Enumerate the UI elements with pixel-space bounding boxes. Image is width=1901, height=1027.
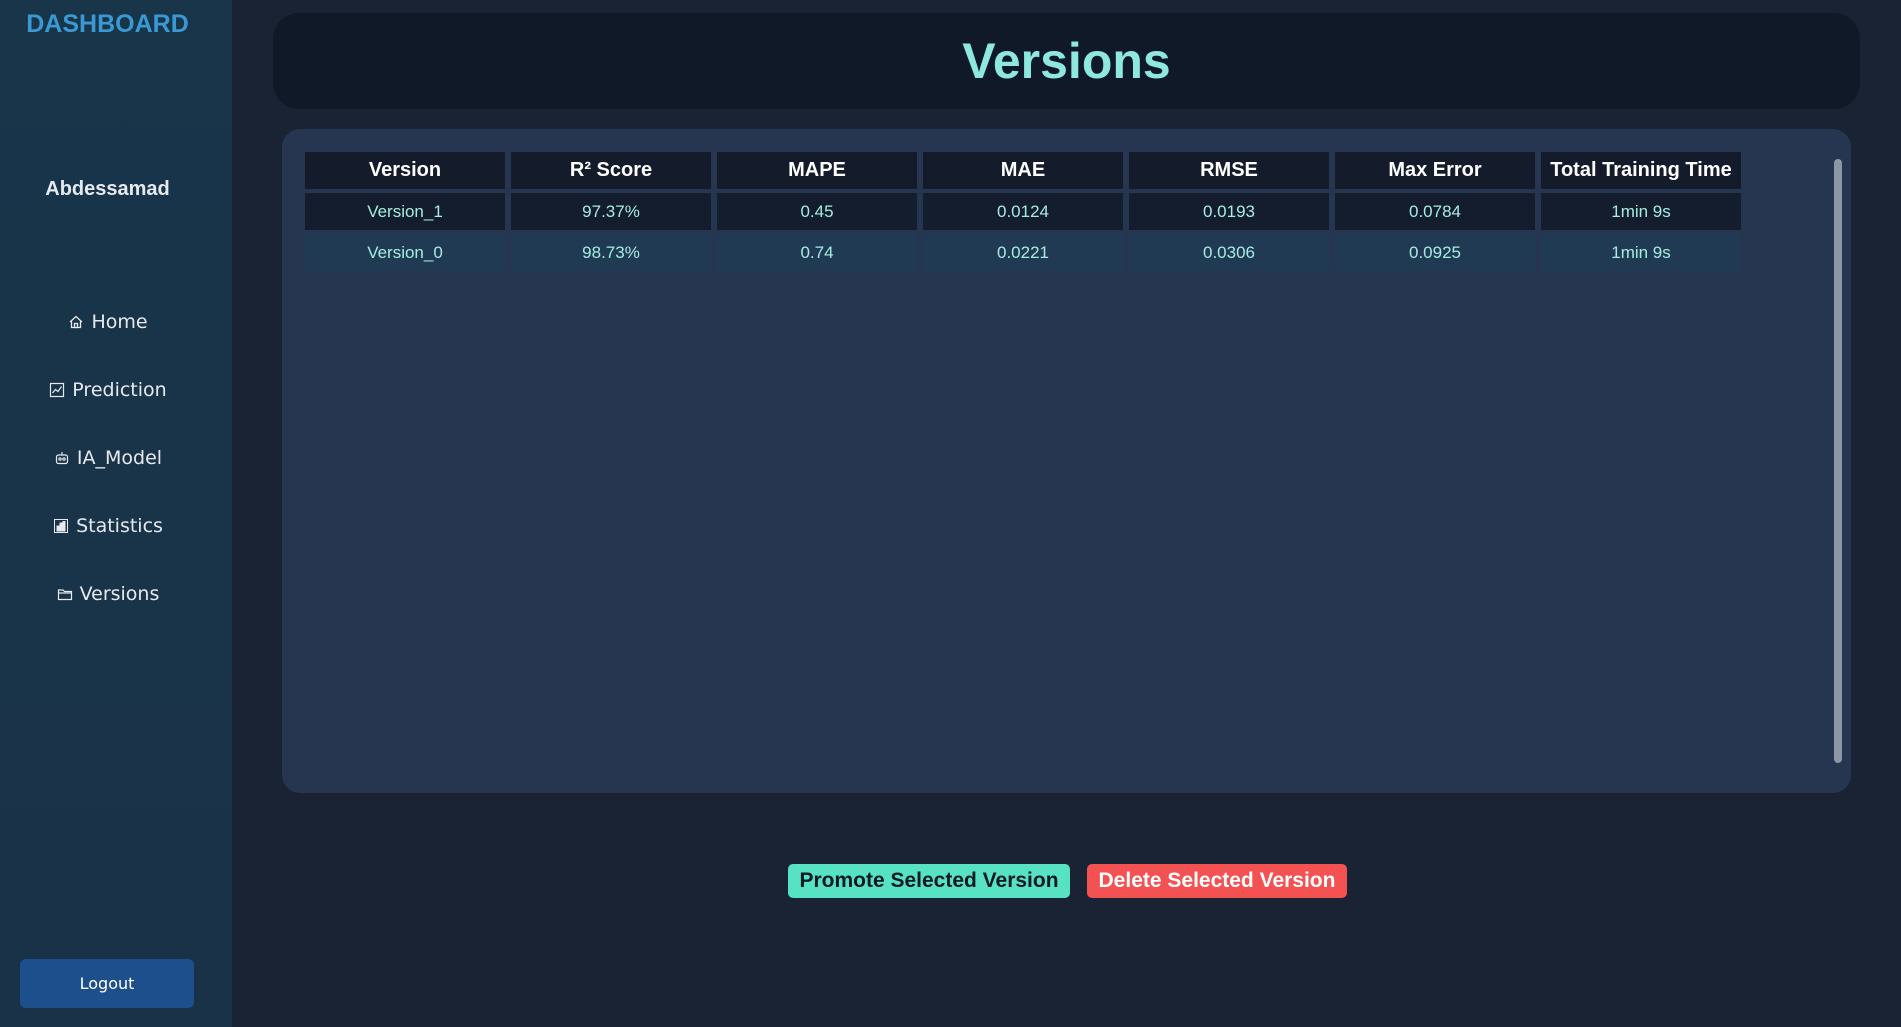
table-row[interactable]: Version_0 98.73% 0.74 0.0221 0.0306 0.09… (305, 234, 1741, 271)
sidebar-item-label: Versions (79, 583, 160, 605)
table-cell[interactable]: 0.0193 (1129, 193, 1329, 230)
sidebar-item-ia-model[interactable]: IA_Model (0, 442, 215, 474)
home-icon (67, 313, 85, 331)
app-root: DASHBOARD Abdessamad Home Prediction IA_… (0, 0, 1901, 1027)
user-name: Abdessamad (45, 178, 170, 200)
column-header-rmse[interactable]: RMSE (1129, 152, 1329, 189)
column-header-max-error[interactable]: Max Error (1335, 152, 1535, 189)
sidebar-item-versions[interactable]: Versions (0, 578, 215, 610)
table-cell[interactable]: Version_0 (305, 234, 505, 271)
sidebar-item-label: Prediction (72, 379, 167, 401)
sidebar-item-home[interactable]: Home (0, 306, 215, 338)
bar-chart-icon (52, 517, 70, 535)
page-header: Versions (273, 13, 1860, 109)
versions-table: Version R² Score MAPE MAE RMSE Max Error… (305, 152, 1741, 275)
folder-icon (56, 585, 74, 603)
sidebar-item-label: Statistics (76, 515, 163, 537)
table-cell[interactable]: 1min 9s (1541, 193, 1741, 230)
versions-table-panel: Version R² Score MAPE MAE RMSE Max Error… (282, 129, 1851, 793)
robot-icon (53, 449, 71, 467)
table-cell[interactable]: 98.73% (511, 234, 711, 271)
sidebar-item-statistics[interactable]: Statistics (0, 510, 215, 542)
table-row[interactable]: Version_1 97.37% 0.45 0.0124 0.0193 0.07… (305, 193, 1741, 230)
table-cell[interactable]: 0.0124 (923, 193, 1123, 230)
logout-button[interactable]: Logout (20, 959, 194, 1008)
table-cell[interactable]: Version_1 (305, 193, 505, 230)
table-cell[interactable]: 0.0925 (1335, 234, 1535, 271)
table-cell[interactable]: 0.74 (717, 234, 917, 271)
delete-version-button[interactable]: Delete Selected Version (1087, 864, 1347, 898)
table-cell[interactable]: 0.0306 (1129, 234, 1329, 271)
sidebar-item-prediction[interactable]: Prediction (0, 374, 215, 406)
column-header-mape[interactable]: MAPE (717, 152, 917, 189)
column-header-version[interactable]: Version (305, 152, 505, 189)
sidebar: DASHBOARD Abdessamad Home Prediction IA_… (0, 0, 232, 1027)
sidebar-title: DASHBOARD (26, 10, 189, 38)
vertical-scrollbar[interactable] (1834, 159, 1842, 763)
table-cell[interactable]: 0.45 (717, 193, 917, 230)
table-cell[interactable]: 0.0221 (923, 234, 1123, 271)
sidebar-item-label: IA_Model (76, 447, 163, 469)
table-cell[interactable]: 0.0784 (1335, 193, 1535, 230)
chart-icon (48, 381, 66, 399)
table-cell[interactable]: 1min 9s (1541, 234, 1741, 271)
promote-version-button[interactable]: Promote Selected Version (788, 864, 1070, 898)
table-header-row: Version R² Score MAPE MAE RMSE Max Error… (305, 152, 1741, 189)
column-header-r2-score[interactable]: R² Score (511, 152, 711, 189)
table-cell[interactable]: 97.37% (511, 193, 711, 230)
column-header-training-time[interactable]: Total Training Time (1541, 152, 1741, 189)
column-header-mae[interactable]: MAE (923, 152, 1123, 189)
sidebar-item-label: Home (91, 311, 148, 333)
page-title: Versions (962, 33, 1171, 89)
